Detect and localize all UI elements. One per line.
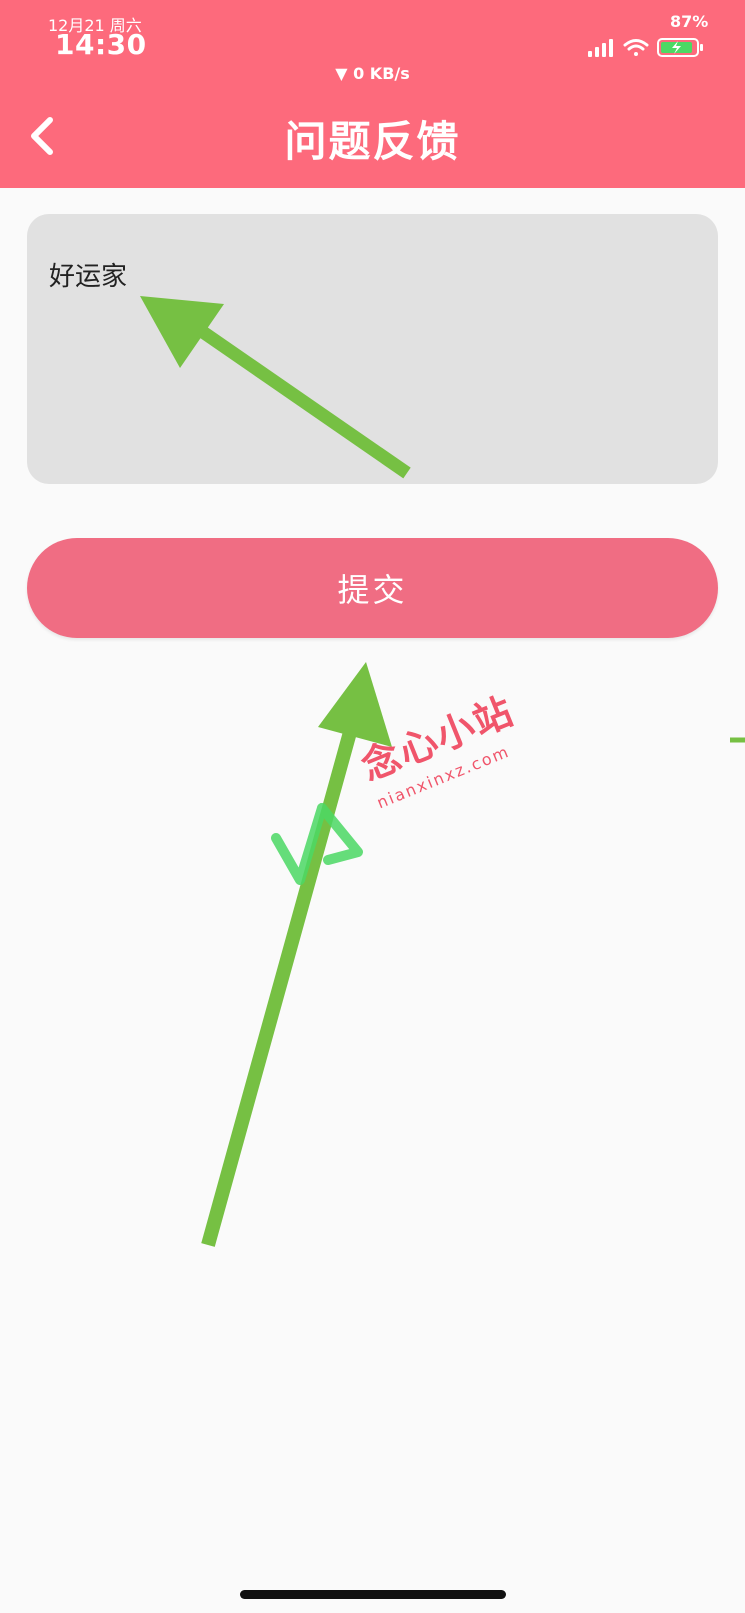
status-icons [588,38,703,57]
watermark-logo [271,803,363,885]
battery-charging-icon [657,38,703,57]
submit-button[interactable]: 提交 [27,538,718,638]
status-network-speed: ▼ 0 KB/s [335,64,410,83]
status-battery-percent: 87% [670,12,709,31]
feedback-input[interactable]: 好运家 [27,214,718,484]
home-indicator [240,1590,506,1599]
page-title: 问题反馈 [284,117,461,166]
status-time: 14:30 [55,28,147,61]
app-header: 12月21 周六 14:30 ▼ 0 KB/s 87% 问题反馈 [0,0,745,188]
signal-icon [588,39,613,57]
wifi-icon [623,39,649,56]
watermark-text: 念心小站 nianxinxz.com [352,680,530,812]
